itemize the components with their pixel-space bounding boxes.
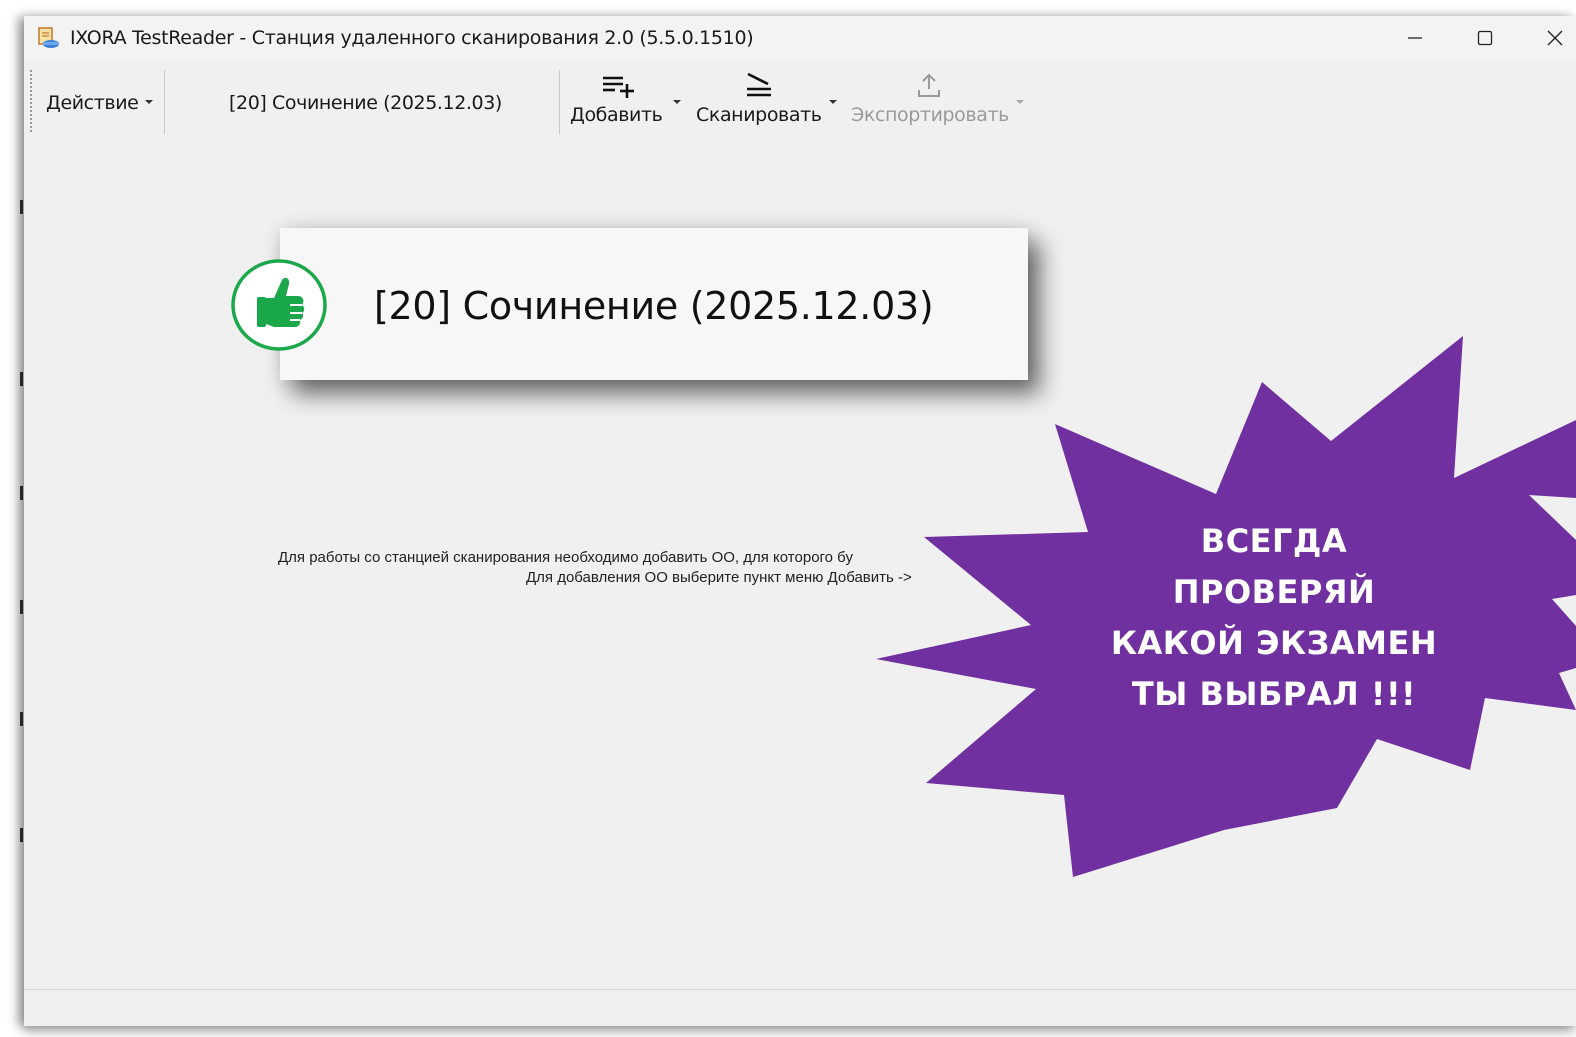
starburst-line-1: ВСЕГДА <box>1200 522 1348 560</box>
desktop-edge <box>0 0 24 1037</box>
close-button[interactable] <box>1520 16 1576 60</box>
selected-exam-dropdown[interactable]: [20] Сочинение (2025.12.03) <box>229 92 502 114</box>
export-dropdown-arrow[interactable] <box>1016 100 1024 104</box>
add-list-icon <box>603 76 634 98</box>
starburst-line-4: ТЫ ВЫБРАЛ !!! <box>1131 675 1417 713</box>
export-button-label: Экспортировать <box>851 104 1009 126</box>
upload-icon <box>918 73 940 97</box>
starburst-line-3: КАКОЙ ЭКЗАМЕН <box>1110 624 1438 662</box>
thumbs-up-icon <box>231 259 327 351</box>
toolbar-separator <box>164 70 165 134</box>
info-line-1: Для работы со станцией сканирования необ… <box>278 549 853 566</box>
info-message: Для работы со станцией сканирования необ… <box>278 548 912 588</box>
scanner-icon <box>747 72 771 97</box>
toolbar: Действие [20] Сочинение (2025.12.03) Доб… <box>24 62 1576 140</box>
toolbar-grip[interactable] <box>30 70 32 132</box>
maximize-button[interactable] <box>1450 16 1520 60</box>
add-dropdown-arrow[interactable] <box>673 100 681 104</box>
scan-button-label: Сканировать <box>696 104 822 126</box>
title-bar: IXORA TestReader - Станция удаленного ск… <box>24 16 1576 62</box>
app-icon <box>38 27 59 48</box>
maximize-icon <box>1477 30 1493 46</box>
toolbar-separator <box>559 70 560 134</box>
status-bar <box>24 989 1576 1026</box>
action-menu-label: Действие <box>46 92 139 114</box>
minimize-button[interactable] <box>1380 16 1450 60</box>
starburst-warning-text: ВСЕГДА ПРОВЕРЯЙ КАКОЙ ЭКЗАМЕН ТЫ ВЫБРАЛ … <box>1084 516 1464 720</box>
window-title: IXORA TestReader - Станция удаленного ск… <box>70 27 754 49</box>
close-icon <box>1547 30 1563 46</box>
info-line-2: Для добавления ОО выберите пункт меню До… <box>526 569 912 586</box>
add-button-label: Добавить <box>570 104 663 126</box>
starburst-line-2: ПРОВЕРЯЙ <box>1172 573 1376 611</box>
callout-exam-label: [20] Сочинение (2025.12.03) <box>374 284 934 328</box>
minimize-icon <box>1408 37 1422 39</box>
chevron-down-icon <box>145 100 153 104</box>
scan-dropdown-arrow[interactable] <box>829 100 837 104</box>
